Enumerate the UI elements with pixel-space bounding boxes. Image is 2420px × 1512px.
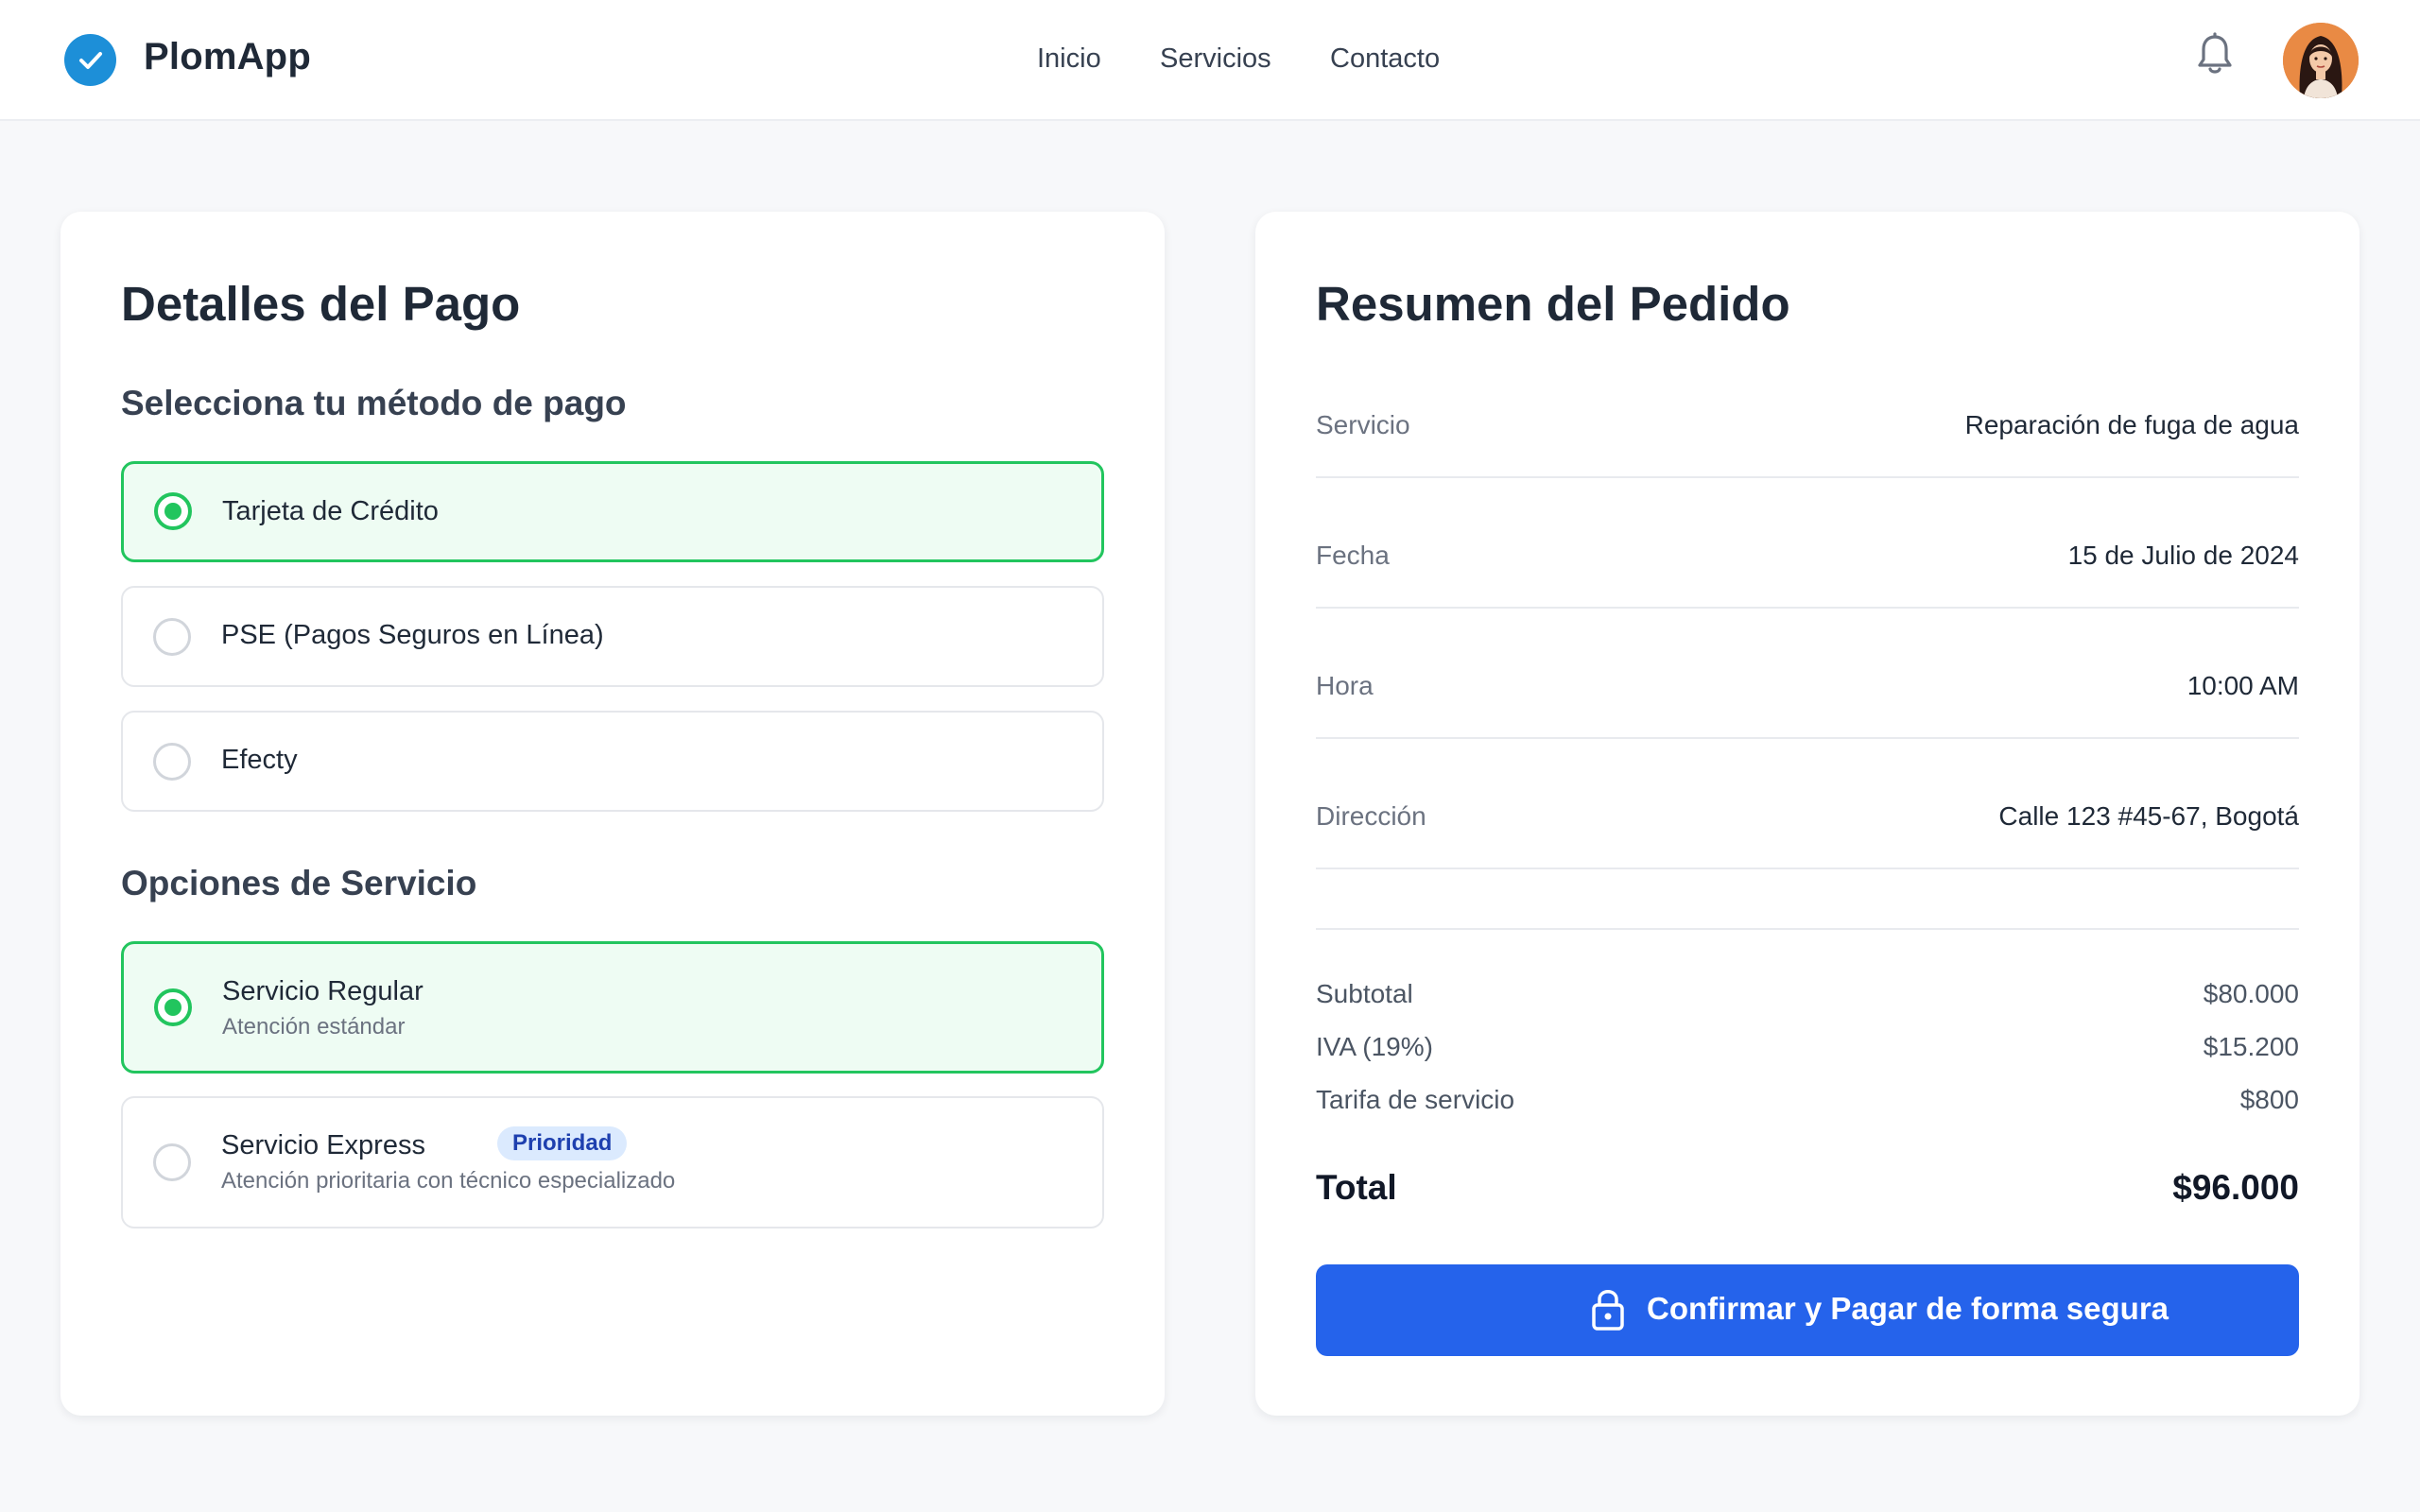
summary-label-time: Hora [1316, 671, 1374, 700]
divider [1316, 476, 2299, 478]
service-option-label: Servicio Regular [222, 976, 424, 1006]
subtotal-value: $80.000 [2203, 979, 2299, 1008]
radio-unselected[interactable] [153, 743, 191, 781]
service-fee-label: Tarifa de servicio [1316, 1085, 1515, 1114]
confirm-pay-button[interactable]: Confirmar y Pagar de forma segura [1316, 1264, 2299, 1356]
total-value: $96.000 [2172, 1168, 2299, 1207]
brand-name[interactable]: PlomApp [144, 36, 311, 78]
subtotal-label: Subtotal [1316, 979, 1413, 1008]
payment-details-card: Detalles del Pago Selecciona tu método d… [60, 212, 1165, 1416]
confirm-pay-label: Confirmar y Pagar de forma segura [1647, 1291, 2169, 1326]
payment-method-heading: Selecciona tu método de pago [121, 384, 627, 422]
payment-option-label: PSE (Pagos Seguros en Línea) [221, 620, 604, 650]
payment-option-credit-card[interactable]: Tarjeta de Crédito [121, 461, 1104, 562]
service-option-express[interactable]: Servicio Express Prioridad Atención prio… [121, 1096, 1104, 1228]
divider [1316, 868, 2299, 869]
service-option-description: Atención estándar [222, 1014, 406, 1040]
radio-selected[interactable] [154, 988, 192, 1026]
divider [1316, 607, 2299, 609]
nav-link-contacto[interactable]: Contacto [1330, 43, 1440, 75]
summary-value-date: 15 de Julio de 2024 [2067, 541, 2299, 570]
service-option-label: Servicio Express [221, 1130, 425, 1160]
service-option-description: Atención prioritaria con técnico especia… [221, 1168, 676, 1194]
summary-value-time: 10:00 AM [2187, 671, 2299, 700]
summary-label-date: Fecha [1316, 541, 1390, 570]
payment-option-pse[interactable]: PSE (Pagos Seguros en Línea) [121, 586, 1104, 687]
radio-selected[interactable] [154, 492, 192, 530]
order-summary-title: Resumen del Pedido [1316, 277, 1790, 331]
service-option-regular[interactable]: Servicio Regular Atención estándar [121, 941, 1104, 1074]
lock-icon [1590, 1288, 1626, 1336]
top-navigation-bar: PlomApp Inicio Servicios Contacto [0, 0, 2420, 121]
summary-value-service: Reparación de fuga de agua [1964, 410, 2299, 439]
logo-check-icon[interactable] [64, 34, 116, 86]
nav-link-inicio[interactable]: Inicio [1037, 43, 1101, 75]
tax-value: $15.200 [2203, 1032, 2299, 1061]
payment-option-label: Tarjeta de Crédito [222, 496, 439, 526]
costs-divider [1316, 928, 2299, 930]
summary-value-address: Calle 123 #45-67, Bogotá [1998, 801, 2299, 831]
radio-unselected[interactable] [153, 1143, 191, 1181]
service-options-heading: Opciones de Servicio [121, 864, 477, 902]
payment-option-label: Efecty [221, 745, 298, 775]
bell-icon[interactable] [2195, 32, 2235, 82]
payment-option-efecty[interactable]: Efecty [121, 711, 1104, 812]
user-avatar[interactable] [2283, 23, 2359, 98]
order-summary-card: Resumen del Pedido Servicio Reparación d… [1255, 212, 2360, 1416]
total-label: Total [1316, 1168, 1397, 1207]
tax-label: IVA (19%) [1316, 1032, 1433, 1061]
payment-details-title: Detalles del Pago [121, 277, 521, 331]
radio-unselected[interactable] [153, 618, 191, 656]
summary-label-service: Servicio [1316, 410, 1410, 439]
summary-label-address: Dirección [1316, 801, 1426, 831]
divider [1316, 737, 2299, 739]
nav-link-servicios[interactable]: Servicios [1160, 43, 1271, 75]
priority-badge: Prioridad [497, 1126, 628, 1160]
service-fee-value: $800 [2239, 1085, 2299, 1114]
